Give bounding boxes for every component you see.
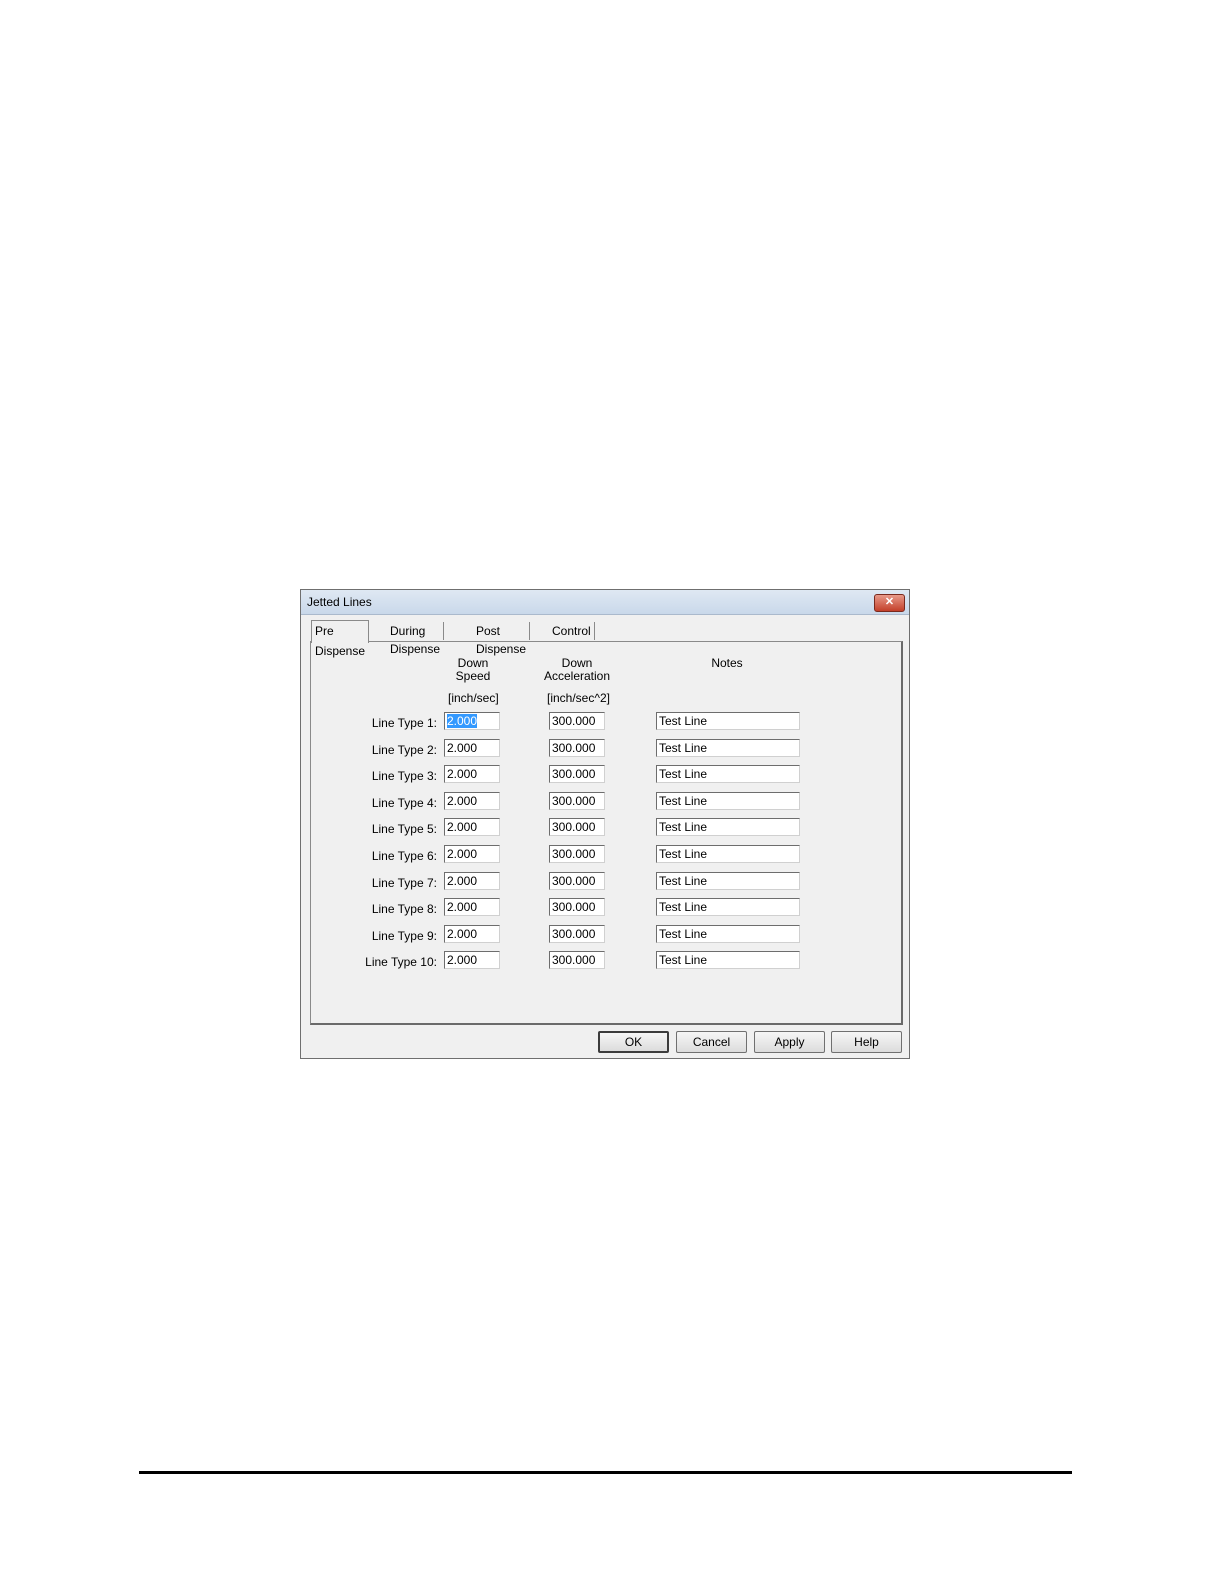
notes-input-value: Test Line — [659, 874, 708, 888]
down-speed-input-value: 2.000 — [447, 714, 478, 728]
down-acceleration-input[interactable]: 300.000 — [549, 792, 605, 810]
page-footer-rule — [139, 1471, 1072, 1474]
cancel-button[interactable]: Cancel — [676, 1031, 747, 1053]
notes-input[interactable]: Test Line — [656, 739, 800, 757]
notes-input[interactable]: Test Line — [656, 925, 800, 943]
line-type-label: Line Type 1: — [371, 716, 437, 730]
line-type-label: Line Type 2: — [371, 743, 437, 757]
down-acceleration-input-value: 300.000 — [552, 874, 596, 888]
line-type-label: Line Type 6: — [371, 849, 437, 863]
notes-input-value: Test Line — [659, 820, 708, 834]
notes-input-value: Test Line — [659, 741, 708, 755]
down-speed-input[interactable]: 2.000 — [444, 845, 500, 863]
down-acceleration-input[interactable]: 300.000 — [549, 925, 605, 943]
down-acceleration-input[interactable]: 300.000 — [549, 818, 605, 836]
notes-input[interactable]: Test Line — [656, 792, 800, 810]
column-header-down-speed: Down Speed — [455, 656, 491, 683]
down-acceleration-input[interactable]: 300.000 — [549, 765, 605, 783]
notes-input-value: Test Line — [659, 953, 708, 967]
down-acceleration-input-value: 300.000 — [552, 953, 596, 967]
notes-input[interactable]: Test Line — [656, 872, 800, 890]
down-speed-input[interactable]: 2.000 — [444, 765, 500, 783]
down-acceleration-input-value: 300.000 — [552, 794, 596, 808]
line-type-label: Line Type 7: — [371, 876, 437, 890]
notes-input-value: Test Line — [659, 714, 708, 728]
notes-input[interactable]: Test Line — [656, 898, 800, 916]
tab-post-dispense[interactable]: Post Dispense — [473, 622, 531, 656]
line-type-label: Line Type 8: — [371, 902, 437, 916]
apply-button[interactable]: Apply — [754, 1031, 825, 1053]
down-speed-input-value: 2.000 — [447, 794, 478, 808]
down-acceleration-input[interactable]: 300.000 — [549, 712, 605, 730]
down-acceleration-input-value: 300.000 — [552, 900, 596, 914]
down-speed-input-value: 2.000 — [447, 741, 478, 755]
unit-inch-per-sec2: [inch/sec^2] — [547, 691, 610, 705]
down-acceleration-input[interactable]: 300.000 — [549, 872, 605, 890]
line-type-label: Line Type 4: — [371, 796, 437, 810]
down-speed-input[interactable]: 2.000 — [444, 818, 500, 836]
close-icon[interactable]: ✕ — [874, 594, 905, 612]
help-button[interactable]: Help — [831, 1031, 902, 1053]
down-speed-input-value: 2.000 — [447, 953, 478, 967]
ok-button[interactable]: OK — [598, 1031, 669, 1053]
down-speed-input[interactable]: 2.000 — [444, 951, 500, 969]
notes-input[interactable]: Test Line — [656, 951, 800, 969]
unit-inch-per-sec: [inch/sec] — [448, 691, 499, 705]
down-acceleration-input-value: 300.000 — [552, 847, 596, 861]
down-speed-input-value: 2.000 — [447, 900, 478, 914]
down-speed-input[interactable]: 2.000 — [444, 872, 500, 890]
down-acceleration-input-value: 300.000 — [552, 927, 596, 941]
tab-pre-dispense[interactable]: Pre Dispense — [311, 620, 370, 658]
down-speed-input-value: 2.000 — [447, 927, 478, 941]
notes-input[interactable]: Test Line — [656, 845, 800, 863]
line-type-label: Line Type 9: — [371, 929, 437, 943]
jetted-lines-dialog: Jetted Lines ✕ Pre Dispense During Dispe… — [300, 589, 910, 1059]
down-speed-input[interactable]: 2.000 — [444, 739, 500, 757]
tab-during-dispense[interactable]: During Dispense — [387, 622, 445, 656]
tab-control[interactable]: Control — [549, 622, 595, 640]
down-speed-input[interactable]: 2.000 — [444, 792, 500, 810]
line-type-label: Line Type 5: — [371, 822, 437, 836]
down-speed-input[interactable]: 2.000 — [444, 925, 500, 943]
down-acceleration-input[interactable]: 300.000 — [549, 951, 605, 969]
notes-input-value: Test Line — [659, 900, 708, 914]
down-acceleration-input-value: 300.000 — [552, 714, 596, 728]
down-acceleration-input[interactable]: 300.000 — [549, 845, 605, 863]
notes-input-value: Test Line — [659, 927, 708, 941]
window-title: Jetted Lines — [307, 595, 372, 609]
line-type-label: Line Type 3: — [371, 769, 437, 783]
down-speed-input-value: 2.000 — [447, 820, 478, 834]
down-speed-input-value: 2.000 — [447, 847, 478, 861]
down-acceleration-input[interactable]: 300.000 — [549, 898, 605, 916]
column-header-notes: Notes — [711, 656, 743, 670]
down-speed-input-value: 2.000 — [447, 874, 478, 888]
notes-input-value: Test Line — [659, 847, 708, 861]
title-bar[interactable]: Jetted Lines ✕ — [301, 590, 909, 615]
notes-input[interactable]: Test Line — [656, 712, 800, 730]
column-header-down-acceleration: Down Acceleration — [543, 656, 611, 683]
down-acceleration-input[interactable]: 300.000 — [549, 739, 605, 757]
notes-input[interactable]: Test Line — [656, 818, 800, 836]
down-speed-input[interactable]: 2.000 — [444, 898, 500, 916]
down-acceleration-input-value: 300.000 — [552, 820, 596, 834]
notes-input[interactable]: Test Line — [656, 765, 800, 783]
down-acceleration-input-value: 300.000 — [552, 767, 596, 781]
down-speed-input[interactable]: 2.000 — [444, 712, 500, 730]
notes-input-value: Test Line — [659, 794, 708, 808]
down-speed-input-value: 2.000 — [447, 767, 478, 781]
down-acceleration-input-value: 300.000 — [552, 741, 596, 755]
notes-input-value: Test Line — [659, 767, 708, 781]
line-type-label: Line Type 10: — [365, 955, 437, 969]
